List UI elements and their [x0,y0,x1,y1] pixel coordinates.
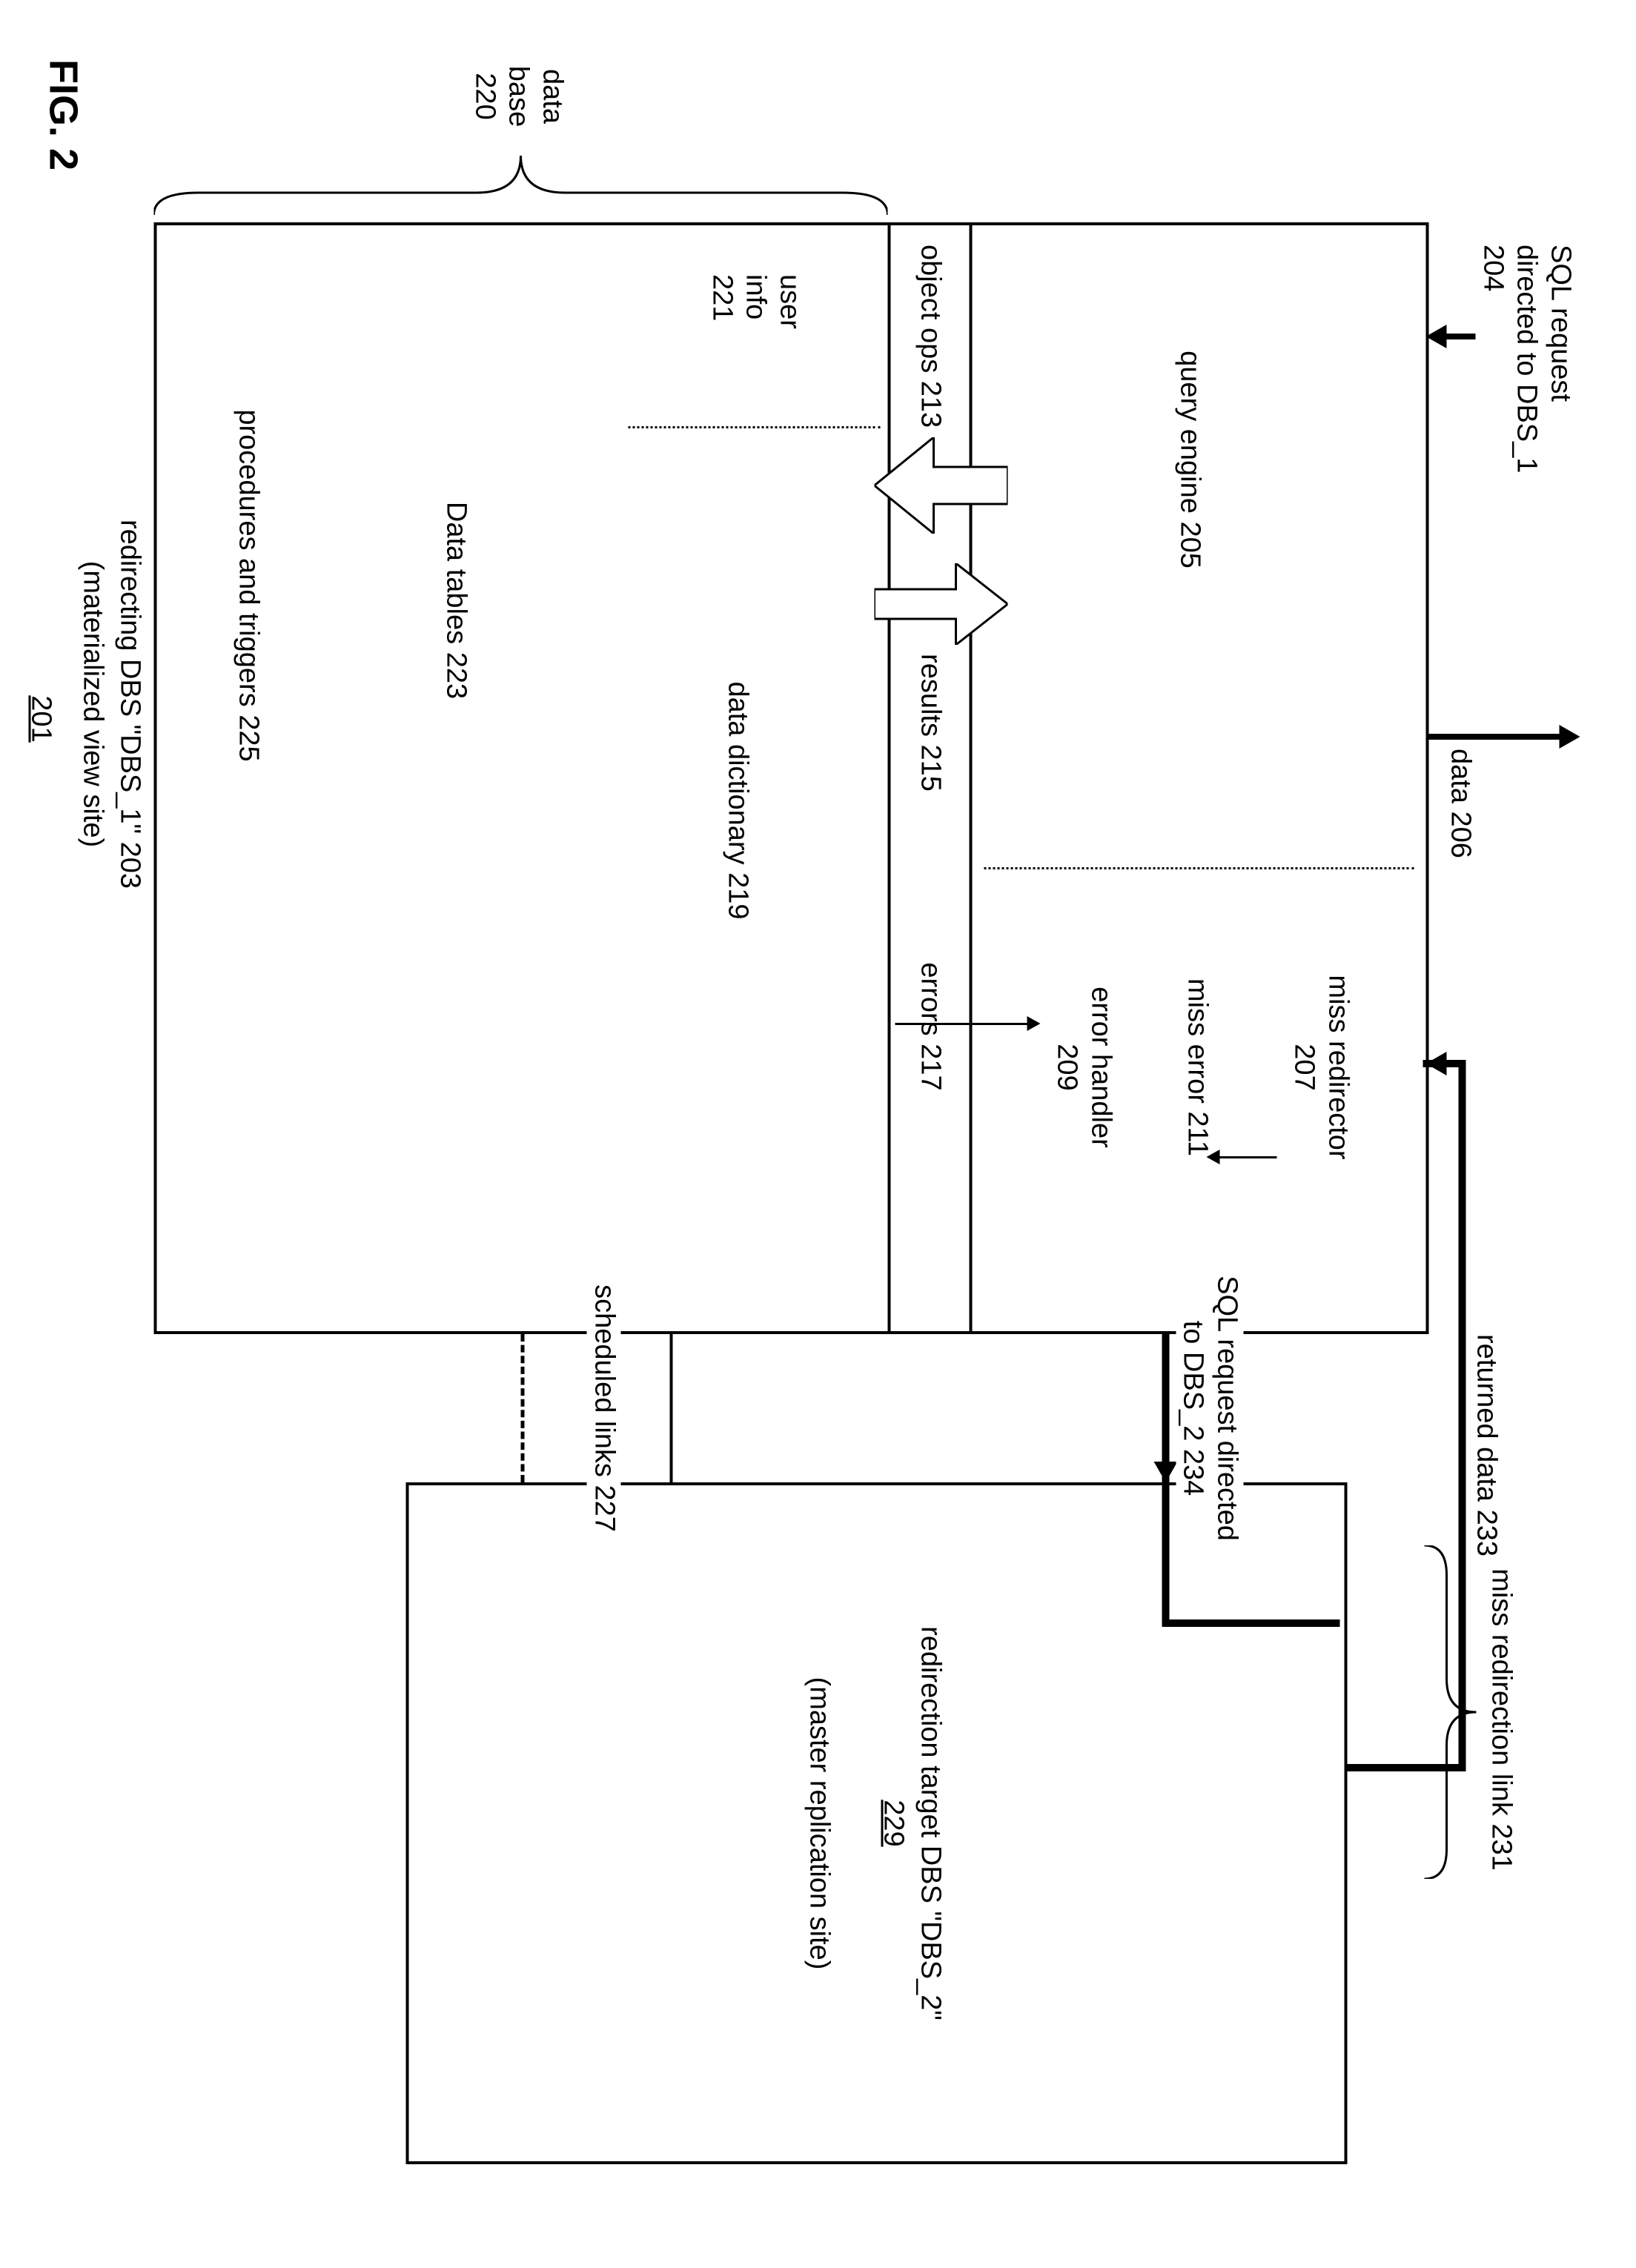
results-up-arrow [874,563,1007,645]
returned-data-label: returned data 233 [1468,1319,1503,1571]
sql2-horz [1162,1334,1169,1464]
miss-redirector-label: miss redirector 207 [1287,949,1354,1186]
query-engine-label: query engine 205 [1172,341,1206,578]
miss-area-divider [984,867,1414,869]
data-tables-label: Data tables 223 [438,482,472,719]
db-brace [153,156,887,215]
user-info-divider [628,426,880,428]
data-out-arrow-head [1559,725,1580,749]
data-out-label: data 206 [1443,749,1477,882]
sql2-arrow-head [1153,1462,1177,1482]
db-brace-label: data base 220 [467,44,569,148]
scheduled-links-label: scheduled links 227 [586,1275,620,1542]
data-dictionary-label: data dictionary 219 [720,667,754,934]
dbs2-subtitle: (master replication site) [801,1631,835,2016]
miss-link-label: miss redirection link 231 [1483,1556,1517,1883]
miss-error-arrow-head [1206,1150,1219,1164]
miss-link-brace [1424,1545,1476,1879]
user-info-label: user info 221 [704,274,806,371]
errors-up-arrow [895,1023,1028,1025]
dbs1-subtitle: (materialized view site) [75,482,109,926]
ret-arrow-head [1425,1052,1446,1075]
solid-link-line [669,1334,672,1482]
miss-error-arrow [1217,1156,1276,1158]
dbs1-title: redirecting DBS "DBS_1" 203 [112,482,146,926]
errors-up-arrow-head [1027,1016,1040,1031]
results-label: results 215 [913,645,947,800]
procedures-label: procedures and triggers 225 [231,393,265,778]
sql2-down [1162,1619,1339,1627]
object-ops-label: object ops 213 [913,245,947,437]
sql-in-arrow-head [1425,325,1446,348]
error-handler-label: error handler 209 [1050,949,1117,1186]
dbs2-title: redirection target DBS "DBS_2" [913,1556,947,2090]
sched-link-line [520,1334,524,1482]
ops-down-arrow [874,437,1007,534]
page-ref: 201 [23,689,57,749]
data-out-arrow [1428,734,1562,740]
sql-in-label: SQL request directed to DBS_1 204 [1475,245,1577,482]
fig-label: FIG. 2 [39,59,87,222]
dbs2-ref: 229 [875,1779,910,1868]
sql2-label: SQL request directed to DBS_2 234 [1176,1260,1243,1556]
errors-label: errors 217 [913,949,947,1104]
